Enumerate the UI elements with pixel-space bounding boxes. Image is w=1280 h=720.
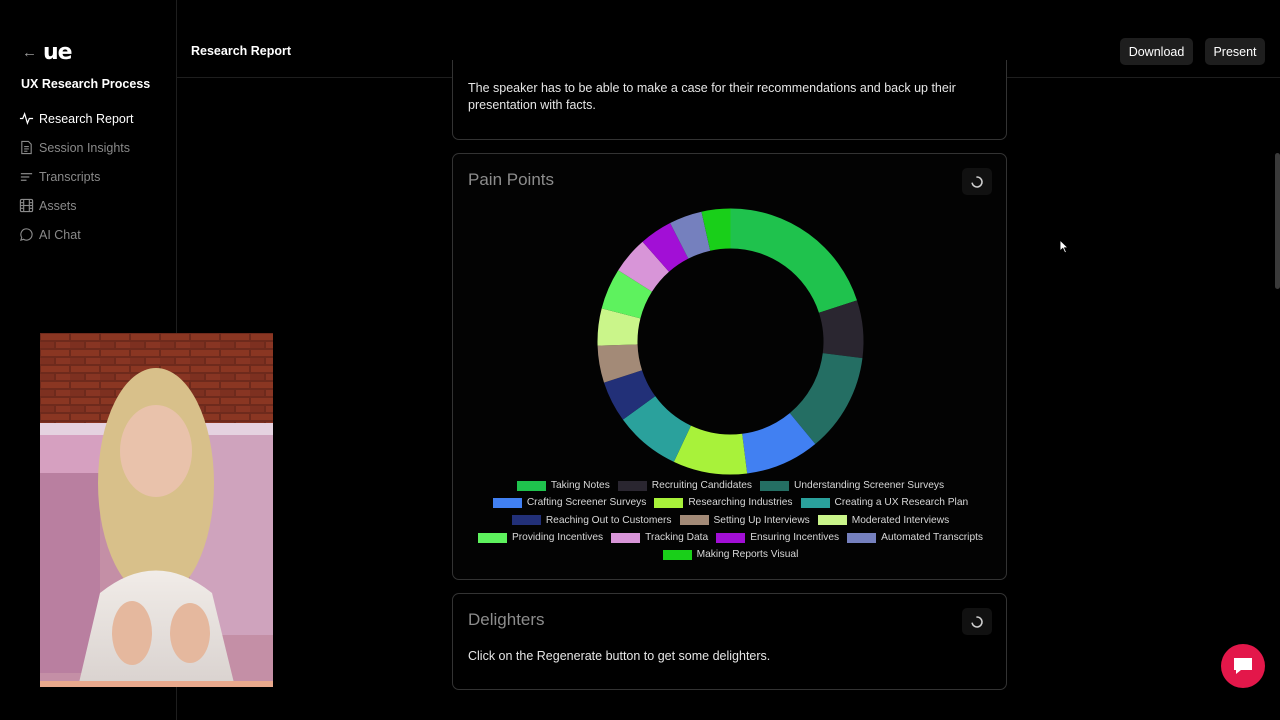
legend-item[interactable]: Making Reports Visual bbox=[662, 549, 799, 561]
pain-points-donut-chart bbox=[597, 208, 864, 475]
chat-bubble-icon bbox=[1234, 658, 1252, 674]
sidebar-item-transcripts[interactable]: Transcripts bbox=[18, 162, 134, 191]
legend-label: Setting Up Interviews bbox=[713, 514, 810, 526]
film-icon bbox=[18, 198, 34, 214]
project-title: UX Research Process bbox=[21, 77, 151, 91]
legend-item[interactable]: Recruiting Candidates bbox=[617, 480, 753, 492]
legend-label: Automated Transcripts bbox=[881, 532, 984, 544]
legend-item[interactable]: Reaching Out to Customers bbox=[511, 514, 672, 526]
legend-item[interactable]: Taking Notes bbox=[516, 480, 610, 492]
loading-spinner-icon bbox=[971, 615, 983, 628]
legend-label: Creating a UX Research Plan bbox=[834, 497, 969, 509]
legend-label: Moderated Interviews bbox=[851, 514, 950, 526]
presenter-video-frame bbox=[40, 333, 273, 687]
legend-swatch bbox=[716, 532, 746, 543]
legend-label: Tracking Data bbox=[645, 532, 709, 544]
legend-swatch bbox=[847, 532, 877, 543]
legend-item[interactable]: Ensuring Incentives bbox=[716, 532, 839, 543]
legend-label: Providing Incentives bbox=[511, 532, 604, 544]
legend-swatch bbox=[679, 515, 709, 526]
legend-row: Making Reports Visual bbox=[453, 546, 1008, 563]
legend-item[interactable]: Crafting Screener Surveys bbox=[492, 497, 647, 509]
presenter-video bbox=[40, 333, 273, 687]
legend-label: Reaching Out to Customers bbox=[545, 514, 672, 526]
sidebar-item-research-report[interactable]: Research Report bbox=[18, 104, 134, 133]
legend-label: Crafting Screener Surveys bbox=[526, 497, 647, 509]
legend-swatch bbox=[611, 532, 641, 543]
legend-row: Reaching Out to Customers Setting Up Inte… bbox=[453, 512, 1008, 529]
sidebar-item-label: Transcripts bbox=[39, 169, 101, 184]
sidebar-nav: Research Report Session Insights Transcr… bbox=[18, 104, 134, 249]
legend-swatch bbox=[617, 480, 647, 491]
mouse-cursor-icon bbox=[1059, 239, 1069, 254]
legend-item[interactable]: Researching Industries bbox=[654, 497, 793, 509]
legend-swatch bbox=[662, 549, 692, 560]
summary-text: The speaker has to be able to make a cas… bbox=[468, 81, 956, 112]
legend-swatch bbox=[492, 497, 522, 508]
pain-points-title: Pain Points bbox=[468, 170, 554, 189]
legend-label: Understanding Screener Surveys bbox=[794, 480, 945, 492]
legend-label: Making Reports Visual bbox=[696, 549, 799, 561]
legend-row: Providing Incentives Tracking Data Ensurin… bbox=[453, 529, 1008, 546]
pain-points-card: Pain Points Taking Notes Recruiting Candi… bbox=[452, 153, 1007, 580]
legend-item[interactable]: Understanding Screener Surveys bbox=[760, 480, 944, 491]
legend-item[interactable]: Creating a UX Research Plan bbox=[800, 497, 969, 509]
legend-swatch bbox=[800, 497, 830, 508]
legend-label: Recruiting Candidates bbox=[651, 480, 753, 492]
summary-card: The speaker has to be able to make a cas… bbox=[452, 60, 1007, 140]
legend-swatch bbox=[516, 480, 546, 491]
legend-item[interactable]: Setting Up Interviews bbox=[679, 514, 810, 526]
legend-swatch bbox=[654, 497, 684, 508]
present-button[interactable]: Present bbox=[1205, 38, 1265, 65]
legend-row: Crafting Screener Surveys Researching Ind… bbox=[453, 494, 1008, 511]
legend-row: Taking Notes Recruiting Candidates Underst… bbox=[453, 477, 1008, 494]
regenerate-button[interactable] bbox=[962, 608, 992, 635]
legend-label: Taking Notes bbox=[550, 480, 610, 492]
legend-swatch bbox=[760, 480, 790, 491]
back-arrow-icon[interactable]: ← bbox=[22, 44, 37, 61]
sidebar-item-label: Assets bbox=[39, 198, 77, 213]
delighters-title: Delighters bbox=[468, 610, 545, 629]
download-button[interactable]: Download bbox=[1120, 38, 1193, 65]
app-logo[interactable]: ue bbox=[43, 40, 73, 65]
chat-icon bbox=[18, 227, 34, 243]
legend-item[interactable]: Moderated Interviews bbox=[817, 514, 950, 526]
legend-swatch bbox=[511, 515, 541, 526]
legend-item[interactable]: Providing Incentives bbox=[477, 532, 604, 544]
legend-label: Researching Industries bbox=[688, 497, 793, 509]
sidebar-item-label: AI Chat bbox=[39, 227, 81, 242]
chat-widget-button[interactable] bbox=[1221, 644, 1265, 688]
sidebar-item-assets[interactable]: Assets bbox=[18, 191, 134, 220]
sidebar-item-session-insights[interactable]: Session Insights bbox=[18, 133, 134, 162]
delighters-card: Delighters Click on the Regenerate butto… bbox=[452, 593, 1007, 690]
loading-spinner-icon bbox=[971, 175, 983, 188]
back-row: ← ue bbox=[22, 40, 73, 65]
legend-swatch bbox=[477, 532, 507, 543]
regenerate-button[interactable] bbox=[962, 168, 992, 195]
sidebar-item-label: Research Report bbox=[39, 111, 134, 126]
scrollbar-thumb[interactable] bbox=[1275, 153, 1280, 289]
document-icon bbox=[18, 140, 34, 156]
lines-icon bbox=[18, 169, 34, 185]
delighters-text: Click on the Regenerate button to get so… bbox=[468, 649, 771, 663]
sidebar-item-label: Session Insights bbox=[39, 140, 131, 155]
activity-icon bbox=[18, 111, 34, 127]
legend-label: Ensuring Incentives bbox=[750, 532, 840, 544]
page-title: Research Report bbox=[191, 44, 292, 58]
legend-swatch bbox=[817, 515, 847, 526]
chart-legend: Taking Notes Recruiting Candidates Underst… bbox=[453, 477, 1008, 563]
legend-item[interactable]: Automated Transcripts bbox=[847, 532, 983, 543]
donut-slice[interactable] bbox=[730, 208, 857, 313]
sidebar-item-ai-chat[interactable]: AI Chat bbox=[18, 220, 134, 249]
legend-item[interactable]: Tracking Data bbox=[611, 532, 708, 543]
